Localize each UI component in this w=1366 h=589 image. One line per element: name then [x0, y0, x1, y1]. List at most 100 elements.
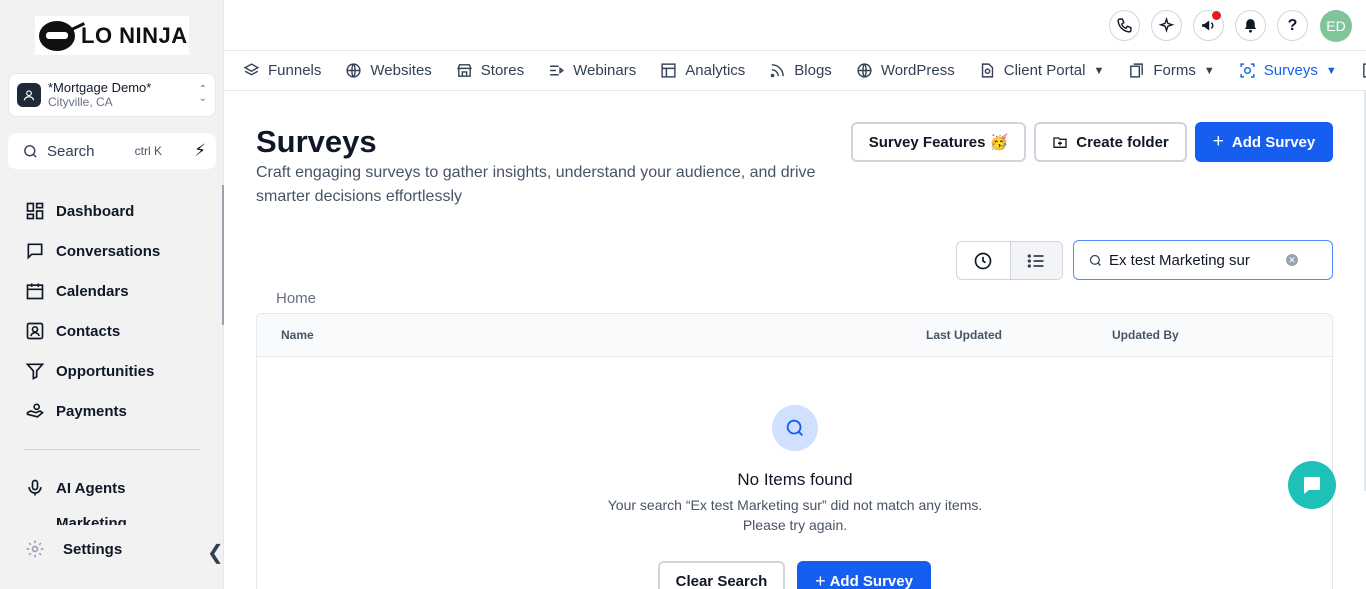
search-icon — [24, 144, 37, 158]
sidebar-divider — [24, 449, 200, 450]
logo[interactable]: LO NINJA — [35, 16, 189, 55]
collapse-sidebar-icon[interactable]: ❮ — [207, 540, 224, 565]
ai-sparkle-button[interactable] — [1151, 10, 1182, 41]
recent-view-button[interactable] — [957, 242, 1010, 279]
tab-label: Funnels — [268, 62, 322, 79]
column-header-last-updated[interactable]: Last Updated — [926, 328, 1002, 342]
top-bar: ? ED — [224, 0, 1366, 51]
calendar-icon — [26, 283, 44, 300]
folder-plus-icon — [1053, 137, 1067, 148]
announcements-button[interactable] — [1193, 10, 1224, 41]
tab-label: Websites — [370, 62, 432, 79]
breadcrumb[interactable]: Home — [276, 290, 316, 307]
layers-icon — [243, 63, 260, 76]
user-avatar[interactable]: ED — [1320, 10, 1352, 42]
create-folder-label: Create folder — [1076, 133, 1169, 151]
column-header-updated-by[interactable]: Updated By — [1112, 328, 1179, 342]
tab-stores[interactable]: Stores — [448, 51, 532, 90]
globe-icon — [346, 63, 361, 78]
search-input[interactable] — [1109, 251, 1279, 269]
tab-label: Blogs — [794, 62, 832, 79]
tab-label: Client Portal — [1003, 62, 1086, 79]
tab-wordpress[interactable]: WordPress — [848, 51, 963, 90]
sidebar-item-calendars[interactable]: Calendars — [0, 271, 223, 311]
clear-search-icon[interactable]: ✕ — [1286, 254, 1298, 266]
sidebar-scrollbar[interactable] — [222, 185, 224, 325]
lightning-icon[interactable]: ⚡ — [194, 141, 206, 161]
notification-dot — [1212, 11, 1221, 20]
tab-label: Forms — [1153, 62, 1196, 79]
add-survey-label: Add Survey — [1231, 133, 1316, 151]
sidebar-item-opportunities[interactable]: Opportunities — [0, 351, 223, 391]
empty-search-icon — [772, 405, 818, 451]
clear-search-button[interactable]: Clear Search — [658, 561, 785, 589]
account-avatar-icon — [17, 83, 41, 107]
tab-label: Surveys — [1263, 62, 1318, 79]
sidebar-item-contacts[interactable]: Contacts — [0, 311, 223, 351]
sidebar-item-label: Dashboard — [56, 202, 135, 220]
sidebar-item-label: Settings — [63, 540, 123, 558]
sidebar-item-label: Conversations — [56, 242, 161, 260]
empty-add-survey-button[interactable]: + Add Survey — [797, 561, 931, 589]
account-switcher[interactable]: *Mortgage Demo* Cityville, CA ⌃ ⌄ — [8, 73, 216, 117]
add-survey-label: Add Survey — [829, 572, 913, 589]
phone-button[interactable] — [1109, 10, 1140, 41]
filter-icon — [25, 363, 45, 380]
microphone-icon — [28, 479, 42, 496]
tab-websites[interactable]: Websites — [337, 51, 439, 90]
sidebar-item-conversations[interactable]: Conversations — [0, 231, 223, 271]
tab-webinars[interactable]: Webinars — [540, 51, 644, 90]
sidebar-search[interactable]: Search ctrl K ⚡ — [8, 133, 216, 169]
contact-icon — [26, 322, 44, 340]
table-header: Name Last Updated Updated By — [257, 314, 1332, 357]
chat-widget-button[interactable] — [1288, 461, 1336, 509]
sidebar-nav: Dashboard Conversations Calendars Contac… — [0, 191, 223, 431]
chevron-down-icon: ▼ — [1093, 64, 1105, 77]
sidebar-item-label: Payments — [56, 402, 127, 420]
tab-client-portal[interactable]: Client Portal ▼ — [971, 51, 1113, 90]
tab-label: Analytics — [685, 62, 746, 79]
tab-label: Stores — [480, 62, 525, 79]
analytics-icon — [661, 63, 676, 78]
tab-forms[interactable]: Forms ▼ — [1120, 51, 1222, 90]
sidebar-item-settings[interactable]: Settings — [0, 530, 223, 568]
sidebar-item-payments[interactable]: Payments — [0, 391, 223, 431]
tab-surveys[interactable]: Surveys ▼ — [1230, 51, 1345, 90]
chevron-updown-icon: ⌃ ⌄ — [198, 84, 207, 104]
survey-features-button[interactable]: Survey Features 🥳 — [851, 122, 1026, 162]
sidebar-item-ai-agents[interactable]: AI Agents — [0, 468, 125, 508]
tab-analytics[interactable]: Analytics — [652, 51, 753, 90]
tab-more[interactable] — [1353, 51, 1366, 90]
help-button[interactable]: ? — [1277, 10, 1308, 41]
sidebar-item-dashboard[interactable]: Dashboard — [0, 191, 223, 231]
globe-icon — [857, 63, 872, 78]
module-tabs: Funnels Websites Stores Webinars Analyti… — [224, 51, 1366, 91]
notifications-button[interactable] — [1235, 10, 1266, 41]
survey-search: ✕ — [1073, 240, 1333, 280]
sidebar-item-label: Calendars — [56, 282, 129, 300]
ninja-logo-icon — [39, 20, 75, 51]
add-survey-button[interactable]: + Add Survey — [1195, 122, 1333, 162]
sidebar-item-marketing[interactable]: Marketing — [56, 515, 127, 525]
sidebar-item-label: Opportunities — [56, 362, 155, 380]
rss-icon — [771, 64, 785, 78]
list-view-button[interactable] — [1009, 242, 1062, 279]
bell-icon — [1244, 19, 1257, 33]
account-name: *Mortgage Demo* — [48, 80, 152, 95]
chevron-down-icon: ▼ — [1325, 64, 1337, 77]
account-location: Cityville, CA — [48, 95, 113, 109]
surveys-table: Name Last Updated Updated By — [256, 313, 1333, 589]
chat-icon — [1304, 477, 1320, 494]
tab-blogs[interactable]: Blogs — [761, 51, 840, 90]
page-title: Surveys — [256, 124, 377, 159]
phone-icon — [1117, 18, 1132, 33]
forms-icon — [1130, 63, 1144, 78]
list-icon — [1027, 253, 1044, 268]
view-toggle — [956, 241, 1063, 280]
dashboard-icon — [26, 202, 44, 220]
create-folder-button[interactable]: Create folder — [1034, 122, 1187, 162]
sparkle-icon — [1158, 17, 1175, 33]
column-header-name[interactable]: Name — [281, 328, 314, 342]
sidebar: LO NINJA *Mortgage Demo* Cityville, CA ⌃… — [0, 0, 224, 589]
tab-funnels[interactable]: Funnels — [235, 51, 329, 90]
